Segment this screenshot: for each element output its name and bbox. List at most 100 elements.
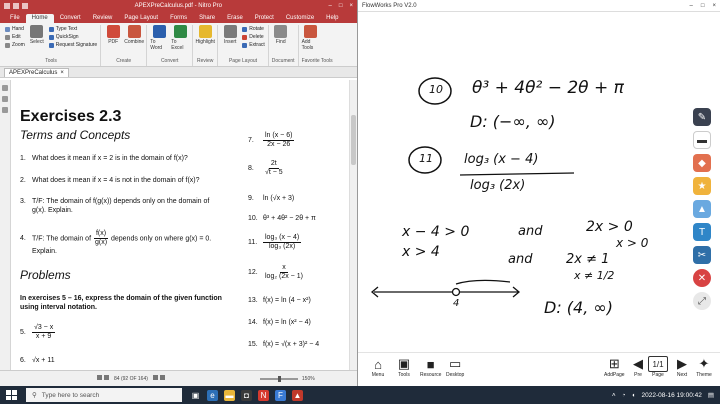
clear-tool-icon[interactable]: ✕: [693, 269, 711, 287]
zoom-tool[interactable]: Zoom: [5, 42, 25, 48]
nitro-taskbar-icon[interactable]: N: [258, 389, 269, 401]
delete-button[interactable]: Delete: [242, 34, 265, 40]
minimize-icon[interactable]: –: [329, 3, 332, 9]
pdf-button[interactable]: PDF: [104, 25, 122, 45]
tab-customize[interactable]: Customize: [280, 14, 320, 23]
zoom-slider[interactable]: [259, 375, 298, 382]
scrollbar-thumb[interactable]: [351, 115, 356, 165]
ribbon-group-convert: To Word To Excel Convert: [147, 25, 194, 66]
stamp-tool-icon[interactable]: ★: [693, 177, 711, 195]
bookmarks-panel-icon[interactable]: [2, 96, 8, 102]
task-view-icon[interactable]: ▣: [190, 390, 201, 401]
add-tools-button[interactable]: Add Tools: [302, 25, 320, 51]
tab-home[interactable]: Home: [25, 14, 54, 23]
edge-icon[interactable]: e: [207, 389, 218, 401]
tab-forms[interactable]: Forms: [164, 14, 193, 23]
vertical-scrollbar[interactable]: [349, 80, 357, 370]
app-taskbar-icon[interactable]: ▲: [292, 389, 303, 401]
taskbar-search-box[interactable]: ⚲ Type here to search: [26, 388, 182, 402]
page-indicator[interactable]: 84 (92 OF 164): [114, 376, 148, 382]
highlighter-icon: [198, 25, 212, 38]
text-tool-icon[interactable]: T: [693, 223, 711, 241]
cursor-icon: [30, 25, 44, 38]
menu-button[interactable]: ⌂ Menu: [370, 356, 386, 379]
exercise-13: 13. f(x) = ln (4 − x²): [248, 297, 311, 304]
scissors-tool-icon[interactable]: ✂: [693, 246, 711, 264]
type-text-button[interactable]: Type Text: [48, 26, 97, 32]
ink-numerator-11: log₃ (x − 4): [464, 152, 539, 167]
tab-convert[interactable]: Convert: [54, 14, 87, 23]
tray-chevron-icon[interactable]: ˄: [612, 392, 616, 399]
shapes-tool-icon[interactable]: ◆: [693, 154, 711, 172]
tools-button[interactable]: ▣ Tools: [396, 356, 412, 378]
to-excel-button[interactable]: To Excel: [171, 25, 189, 51]
whiteboard-canvas[interactable]: 10 θ³ + 4θ² − 2θ + π D: (−∞, ∞) 11 log₃ …: [358, 12, 720, 352]
store-icon[interactable]: ◘: [241, 389, 252, 401]
extract-button[interactable]: Extract: [242, 42, 265, 48]
theme-button[interactable]: ✦ Theme: [696, 356, 712, 378]
minimize-icon[interactable]: –: [690, 3, 693, 9]
tab-page-layout[interactable]: Page Layout: [118, 14, 164, 23]
comments-panel-icon[interactable]: [2, 107, 8, 113]
clock[interactable]: 2022-08-16 19:00:42: [641, 392, 701, 399]
tab-erase[interactable]: Erase: [221, 14, 249, 23]
flowworks-taskbar-icon[interactable]: F: [275, 389, 286, 401]
ribbon-group-page-layout: Insert Rotate Delete Extract Page Layout: [218, 25, 269, 66]
find-button[interactable]: Find: [272, 25, 290, 45]
combine-button[interactable]: Combine: [124, 25, 144, 45]
home-icon: ⌂: [374, 356, 382, 372]
quicksign-button[interactable]: QuickSign: [48, 34, 97, 40]
tab-protect[interactable]: Protect: [249, 14, 280, 23]
add-page-button[interactable]: ⊞ AddPage: [604, 356, 625, 378]
highlighter-tool-icon[interactable]: ▬: [693, 131, 711, 149]
tab-review[interactable]: Review: [87, 14, 119, 23]
document-tab[interactable]: APEXPreCalculus ×: [4, 67, 69, 77]
edit-tool[interactable]: Edit: [5, 34, 25, 40]
tab-help[interactable]: Help: [320, 14, 344, 23]
desktop-button[interactable]: ▭ Desktop: [446, 356, 464, 378]
group-label-tools: Tools: [45, 58, 57, 64]
rotate-button[interactable]: Rotate: [242, 26, 265, 32]
ink-number-10: 10: [429, 83, 443, 96]
image-tool-icon[interactable]: ▲: [693, 200, 711, 218]
insert-button[interactable]: Insert: [221, 25, 239, 45]
next-page-button[interactable]: ▶ Next: [674, 356, 690, 378]
folder-icon: ■: [426, 356, 435, 372]
notification-icon[interactable]: ▤: [708, 391, 714, 399]
search-placeholder: Type here to search: [41, 391, 100, 399]
add-tools-icon: [304, 25, 318, 38]
page-counter-button[interactable]: 1/1 Page: [648, 356, 668, 378]
tab-share[interactable]: Share: [193, 14, 221, 23]
group-label-review: Review: [197, 58, 214, 64]
hand-tool[interactable]: Hand: [5, 26, 25, 32]
zoom-level: 150%: [301, 375, 315, 382]
request-signature-button[interactable]: Request Signature: [48, 42, 97, 48]
to-word-button[interactable]: To Word: [150, 25, 168, 51]
tab-file[interactable]: File: [4, 14, 26, 23]
network-icon[interactable]: ◔: [622, 392, 626, 399]
previous-page-button[interactable]: ◀ Pre: [630, 356, 646, 378]
add-page-icon: ⊞: [608, 356, 620, 371]
page-nav-next-last[interactable]: [152, 375, 166, 382]
volume-icon[interactable]: ◖: [632, 392, 636, 399]
tab-close-icon[interactable]: ×: [60, 70, 64, 76]
pages-panel-icon[interactable]: [2, 85, 8, 91]
ink-number-11: 11: [419, 152, 433, 165]
select-button[interactable]: Select: [28, 25, 46, 45]
ink-condition-3: x > 4: [402, 244, 440, 260]
document-view[interactable]: Exercises 2.3 Terms and Concepts 1. What …: [0, 80, 357, 370]
maximize-icon[interactable]: □: [701, 3, 705, 9]
resource-button[interactable]: ■ Resource: [420, 356, 441, 379]
close-icon[interactable]: ×: [349, 3, 353, 9]
pdf-icon: [106, 25, 120, 38]
desktop-icon: ▭: [449, 356, 462, 371]
windows-start-icon[interactable]: [6, 390, 20, 400]
fullscreen-tool-icon[interactable]: ⤢: [693, 292, 711, 310]
close-icon[interactable]: ×: [712, 3, 716, 9]
pen-tool-icon[interactable]: ✎: [693, 108, 711, 126]
page-nav-first-prev[interactable]: [96, 375, 110, 382]
highlight-button[interactable]: Highlight: [195, 25, 215, 45]
file-explorer-icon[interactable]: ▬: [224, 389, 235, 401]
save-icon[interactable]: [13, 3, 19, 9]
maximize-icon[interactable]: □: [339, 3, 343, 9]
